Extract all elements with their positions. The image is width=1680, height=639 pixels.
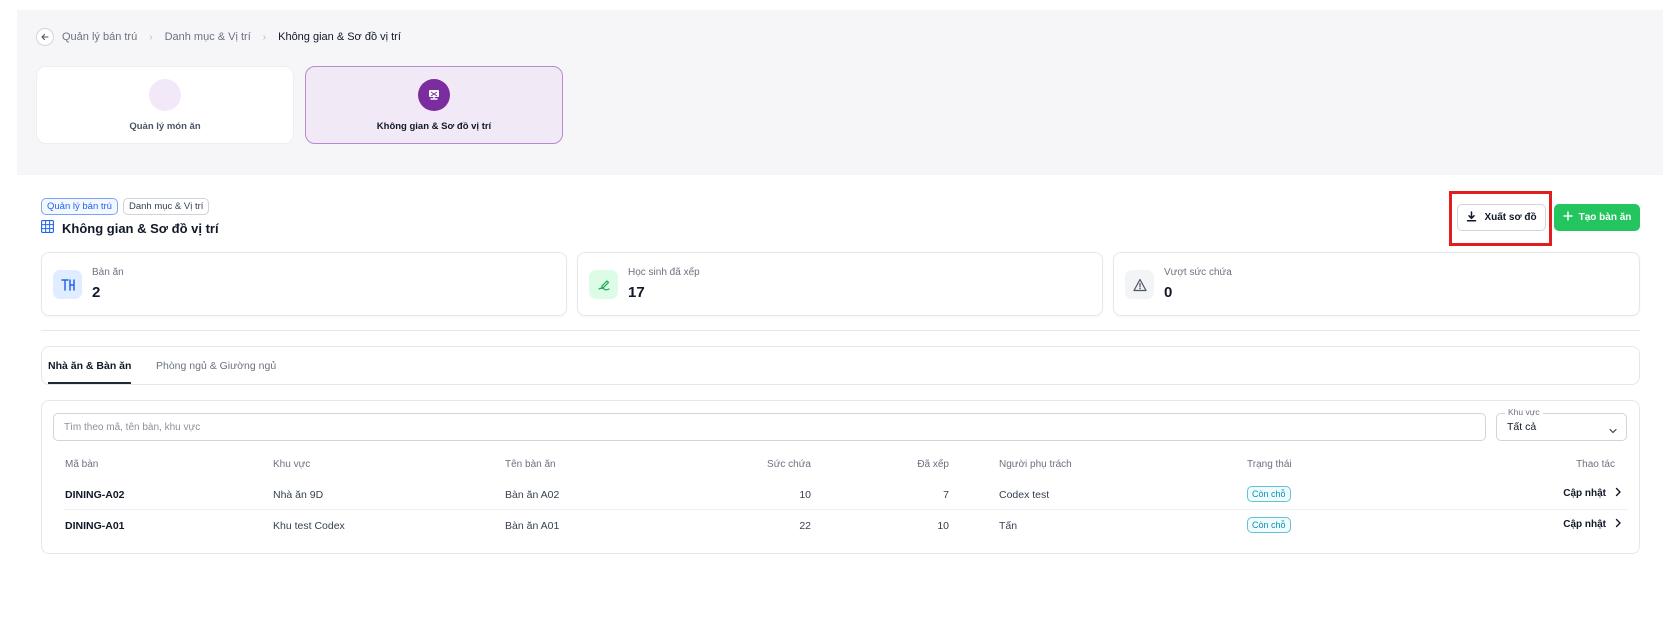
cell-name: Bàn ăn A02 — [505, 489, 560, 501]
module-card-label: Quản lý món ăn — [129, 120, 201, 132]
stat-label: Vượt sức chứa — [1164, 267, 1232, 278]
page-chips: Quản lý bán trú Danh mục & Vị trí — [41, 198, 210, 215]
column-header: Người phụ trách — [999, 459, 1072, 470]
column-header: Tên bàn ăn — [505, 459, 556, 470]
chevron-down-icon — [1608, 423, 1618, 441]
cell-area: Khu test Codex — [273, 520, 345, 532]
cell-assigned: 7 — [943, 489, 949, 501]
section-divider — [41, 330, 1640, 331]
column-header: Mã bàn — [65, 459, 99, 470]
tab-dining[interactable]: Nhà ăn & Bàn ăn — [48, 347, 132, 384]
column-header: Sức chứa — [767, 459, 811, 470]
layout-map-icon — [418, 78, 450, 111]
chevron-right-icon — [1614, 518, 1622, 531]
stat-value: 2 — [92, 284, 101, 301]
chevron-right-icon — [1614, 487, 1622, 500]
page-title-text: Không gian & Sơ đồ vị trí — [62, 220, 219, 236]
cell-area: Nhà ăn 9D — [273, 489, 324, 501]
chevron-right-icon: › — [149, 31, 153, 43]
cell-capacity: 10 — [799, 489, 811, 501]
table-panel: Khu vực Tất cả Mã bàn Khu vực Tên bàn ăn… — [41, 400, 1640, 554]
cell-code: DINING-A01 — [65, 520, 125, 532]
stat-card-students: Học sinh đã xếp 17 — [577, 252, 1103, 316]
column-header: Thao tác — [1576, 459, 1615, 470]
table-icon — [53, 270, 82, 299]
dish-icon — [149, 78, 181, 111]
area-select-label: Khu vực — [1505, 407, 1543, 417]
back-arrow-icon[interactable] — [36, 28, 54, 46]
tabs-bar: Nhà ăn & Bàn ăn Phòng ngủ & Giường ngủ — [41, 346, 1640, 385]
chip-category[interactable]: Danh mục & Vị trí — [122, 198, 210, 215]
table-row: DINING-A02 Nhà ăn 9D Bàn ăn A02 10 7 Cod… — [64, 479, 1628, 510]
student-icon — [589, 270, 618, 299]
column-header: Trạng thái — [1247, 459, 1292, 470]
status-badge: Còn chỗ — [1247, 517, 1291, 533]
cell-owner: Codex test — [999, 489, 1050, 501]
breadcrumb-item[interactable]: Quản lý bán trú — [62, 31, 137, 43]
update-action[interactable]: Cập nhật — [1563, 518, 1622, 531]
breadcrumb-item[interactable]: Danh mục & Vị trí — [165, 31, 251, 43]
page-title: Không gian & Sơ đồ vị trí — [41, 220, 219, 236]
cell-assigned: 10 — [937, 520, 949, 532]
stat-value: 0 — [1164, 284, 1173, 301]
stat-label: Học sinh đã xếp — [628, 267, 700, 278]
breadcrumb: Quản lý bán trú › Danh mục & Vị trí › Kh… — [36, 28, 401, 46]
stat-card-tables: Bàn ăn 2 — [41, 252, 567, 316]
breadcrumb-current: Không gian & Sơ đồ vị trí — [278, 31, 401, 43]
update-action[interactable]: Cập nhật — [1563, 487, 1622, 500]
chevron-right-icon: › — [262, 31, 267, 43]
area-select[interactable]: Khu vực Tất cả — [1496, 407, 1627, 441]
tab-bedrooms[interactable]: Phòng ngủ & Giường ngủ — [156, 347, 276, 384]
area-select-value: Tất cả — [1507, 421, 1537, 433]
module-card-label: Không gian & Sơ đồ vị trí — [376, 120, 492, 132]
highlight-box — [1449, 191, 1552, 246]
create-table-button[interactable]: Tạo bàn ăn — [1554, 204, 1640, 231]
module-card-dishes[interactable]: Quản lý món ăn — [36, 66, 294, 144]
cell-name: Bàn ăn A01 — [505, 520, 560, 532]
update-label: Cập nhật — [1563, 488, 1606, 499]
warning-icon — [1125, 270, 1154, 299]
search-input[interactable] — [53, 413, 1486, 441]
table-row: DINING-A01 Khu test Codex Bàn ăn A01 22 … — [64, 510, 1628, 541]
plus-icon — [1562, 211, 1573, 224]
cell-code: DINING-A02 — [65, 489, 125, 501]
column-header: Khu vực — [273, 459, 311, 470]
stat-value: 17 — [628, 284, 645, 301]
create-label: Tạo bàn ăn — [1578, 212, 1632, 223]
stat-card-over-capacity: Vượt sức chứa 0 — [1113, 252, 1640, 316]
grid-icon — [41, 220, 54, 236]
cell-capacity: 22 — [799, 520, 811, 532]
status-badge: Còn chỗ — [1247, 486, 1291, 502]
chip-module[interactable]: Quản lý bán trú — [41, 198, 118, 215]
column-header: Đã xếp — [917, 459, 949, 470]
module-card-layout[interactable]: Không gian & Sơ đồ vị trí — [305, 66, 563, 144]
cell-owner: Tấn — [999, 520, 1018, 532]
stat-label: Bàn ăn — [92, 267, 124, 278]
update-label: Cập nhật — [1563, 519, 1606, 530]
